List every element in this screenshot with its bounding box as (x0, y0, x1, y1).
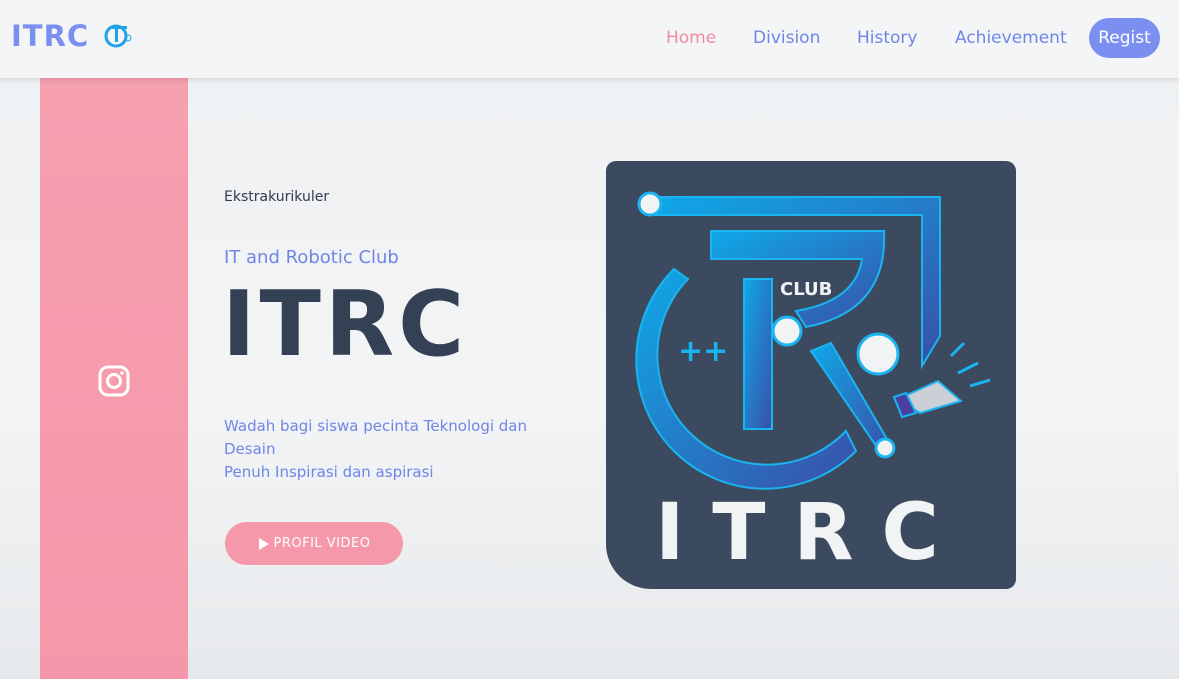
instagram-icon[interactable] (98, 365, 130, 397)
nav-history[interactable]: History (857, 28, 917, 48)
logo-itrc-text: ITRC (655, 488, 967, 578)
itrc-club-logo: ++ CLUB ITRC (606, 161, 1016, 589)
logo-graphic: ++ CLUB ITRC (635, 191, 991, 578)
nav-achievement[interactable]: Achievement (955, 28, 1067, 48)
description-line: Wadah bagi siswa pecinta Teknologi dan D… (224, 417, 527, 458)
regist-button[interactable]: Regist (1089, 18, 1160, 58)
svg-text:++: ++ (678, 334, 728, 369)
button-label: PROFIL VIDEO (273, 536, 371, 551)
profile-video-button[interactable]: PROFIL VIDEO (225, 522, 403, 565)
brand-logo-icon (104, 24, 132, 48)
hero-description: Wadah bagi siswa pecinta Teknologi dan D… (224, 415, 544, 484)
brand-name[interactable]: ITRC (11, 19, 89, 53)
navbar: ITRC Home Division History Achievement R… (0, 0, 1179, 78)
nav-home[interactable]: Home (666, 28, 716, 48)
logo-club-text: CLUB (780, 279, 832, 300)
description-line: Penuh Inspirasi dan aspirasi (224, 463, 434, 481)
play-icon (258, 537, 269, 550)
hero-subtitle: IT and Robotic Club (224, 247, 399, 268)
eyebrow-text: Ekstrakurikuler (224, 189, 330, 205)
hero-title: ITRC (222, 272, 469, 377)
nav-division[interactable]: Division (753, 28, 820, 48)
